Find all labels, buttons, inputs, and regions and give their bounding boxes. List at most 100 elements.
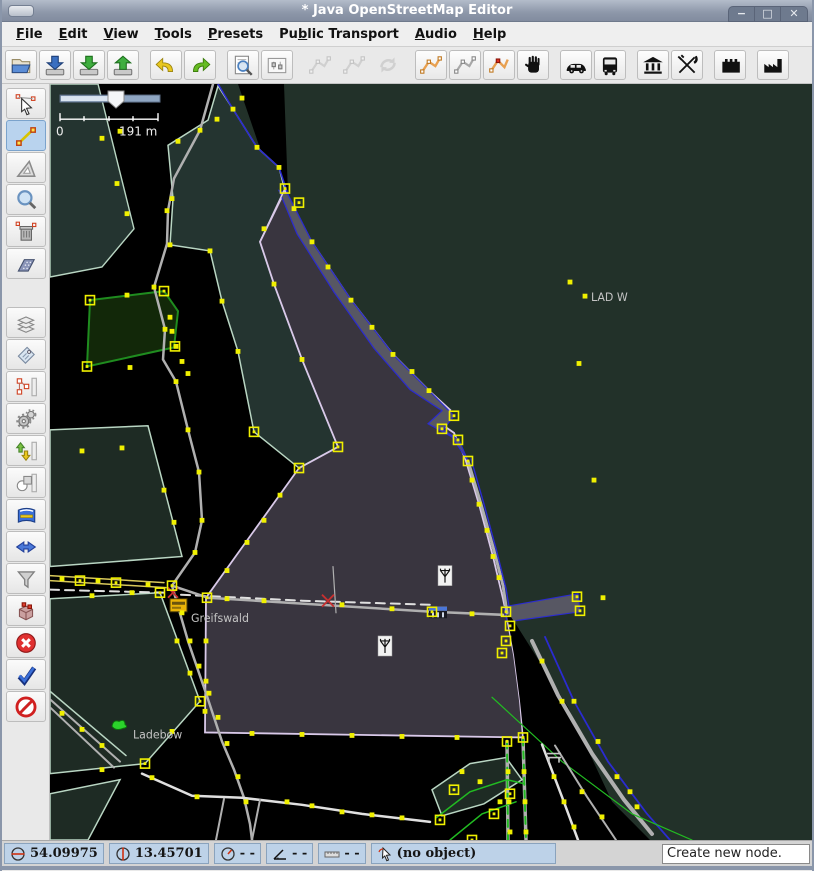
redo-button[interactable] bbox=[184, 50, 216, 80]
node[interactable] bbox=[497, 575, 502, 580]
node[interactable] bbox=[370, 812, 375, 817]
node[interactable] bbox=[225, 596, 230, 601]
node[interactable] bbox=[80, 449, 85, 454]
node[interactable] bbox=[580, 789, 585, 794]
parallel-tool-button[interactable] bbox=[6, 248, 46, 279]
extrude-tool-button[interactable] bbox=[6, 152, 46, 183]
node[interactable] bbox=[176, 139, 181, 144]
panel-filter-button[interactable] bbox=[6, 563, 46, 594]
panel-relations-button[interactable] bbox=[6, 371, 46, 402]
node[interactable] bbox=[350, 733, 355, 738]
node[interactable] bbox=[340, 809, 345, 814]
node[interactable] bbox=[522, 769, 527, 774]
preset-car-button[interactable] bbox=[560, 50, 592, 80]
node[interactable] bbox=[204, 639, 209, 644]
power-tower-icon[interactable] bbox=[378, 636, 392, 656]
node[interactable] bbox=[540, 659, 545, 664]
node[interactable] bbox=[204, 679, 209, 684]
node[interactable] bbox=[560, 699, 565, 704]
node[interactable] bbox=[262, 598, 267, 603]
node[interactable] bbox=[203, 709, 208, 714]
node[interactable] bbox=[552, 774, 557, 779]
node[interactable] bbox=[100, 743, 105, 748]
menu-view[interactable]: View bbox=[96, 25, 147, 44]
panel-layers-button[interactable] bbox=[6, 307, 46, 338]
node[interactable] bbox=[208, 248, 213, 253]
panel-changeset-button[interactable] bbox=[6, 435, 46, 466]
node[interactable] bbox=[485, 528, 490, 533]
node[interactable] bbox=[244, 799, 249, 804]
preset-bus-button[interactable] bbox=[594, 50, 626, 80]
node[interactable] bbox=[152, 285, 157, 290]
node[interactable] bbox=[188, 671, 193, 676]
preset-factory-button[interactable] bbox=[757, 50, 789, 80]
preset-castle-button[interactable] bbox=[714, 50, 746, 80]
node[interactable] bbox=[168, 242, 173, 247]
node[interactable] bbox=[410, 369, 415, 374]
node[interactable] bbox=[225, 568, 230, 573]
node[interactable] bbox=[596, 739, 601, 744]
panel-conflict-button[interactable] bbox=[6, 595, 46, 626]
node[interactable] bbox=[477, 502, 482, 507]
node[interactable] bbox=[236, 349, 241, 354]
open-file-button[interactable] bbox=[5, 50, 37, 80]
node[interactable] bbox=[120, 446, 125, 451]
node[interactable] bbox=[507, 799, 512, 804]
node[interactable] bbox=[470, 611, 475, 616]
node[interactable] bbox=[125, 293, 130, 298]
delete-tool-button[interactable] bbox=[6, 216, 46, 247]
node[interactable] bbox=[572, 699, 577, 704]
node[interactable] bbox=[220, 299, 225, 304]
node[interactable] bbox=[400, 815, 405, 820]
node[interactable] bbox=[195, 794, 200, 799]
panel-command-stack-button[interactable] bbox=[6, 403, 46, 434]
node[interactable] bbox=[170, 196, 175, 201]
upload-data-button[interactable] bbox=[107, 50, 139, 80]
node[interactable] bbox=[262, 518, 267, 523]
node[interactable] bbox=[240, 96, 245, 101]
split-way-button[interactable] bbox=[483, 50, 515, 80]
node[interactable] bbox=[90, 593, 95, 598]
preset-restaurant-button[interactable] bbox=[671, 50, 703, 80]
node[interactable] bbox=[562, 799, 567, 804]
node[interactable] bbox=[635, 804, 640, 809]
panel-properties-button[interactable] bbox=[6, 339, 46, 370]
node[interactable] bbox=[125, 211, 130, 216]
node[interactable] bbox=[60, 711, 65, 716]
node[interactable] bbox=[427, 388, 432, 393]
node[interactable] bbox=[170, 329, 175, 334]
city-sign-icon[interactable] bbox=[170, 599, 187, 612]
node[interactable] bbox=[96, 578, 101, 583]
update-data-button[interactable] bbox=[73, 50, 105, 80]
panel-lock-button[interactable] bbox=[6, 691, 46, 722]
node[interactable] bbox=[572, 825, 577, 830]
node[interactable] bbox=[300, 357, 305, 362]
preset-bank-button[interactable] bbox=[637, 50, 669, 80]
node[interactable] bbox=[150, 775, 155, 780]
node[interactable] bbox=[470, 478, 475, 483]
node[interactable] bbox=[390, 606, 395, 611]
node[interactable] bbox=[277, 165, 282, 170]
node[interactable] bbox=[225, 741, 230, 746]
node[interactable] bbox=[601, 595, 606, 600]
node[interactable] bbox=[455, 735, 460, 740]
node[interactable] bbox=[278, 493, 283, 498]
node[interactable] bbox=[577, 361, 582, 366]
node[interactable] bbox=[310, 803, 315, 808]
node[interactable] bbox=[592, 478, 597, 483]
node[interactable] bbox=[262, 226, 267, 231]
node[interactable] bbox=[186, 427, 191, 432]
draw-tool-button[interactable] bbox=[6, 120, 46, 151]
node[interactable] bbox=[186, 371, 191, 376]
node[interactable] bbox=[340, 602, 345, 607]
panel-selection-button[interactable] bbox=[6, 467, 46, 498]
menu-edit[interactable]: Edit bbox=[51, 25, 96, 44]
node[interactable] bbox=[568, 280, 573, 285]
menu-public-transport[interactable]: Public Transport bbox=[271, 25, 407, 44]
node[interactable] bbox=[250, 731, 255, 736]
menu-audio[interactable]: Audio bbox=[407, 25, 465, 44]
node[interactable] bbox=[146, 582, 151, 587]
node[interactable] bbox=[80, 727, 85, 732]
node[interactable] bbox=[600, 814, 605, 819]
menu-file[interactable]: File bbox=[8, 25, 51, 44]
